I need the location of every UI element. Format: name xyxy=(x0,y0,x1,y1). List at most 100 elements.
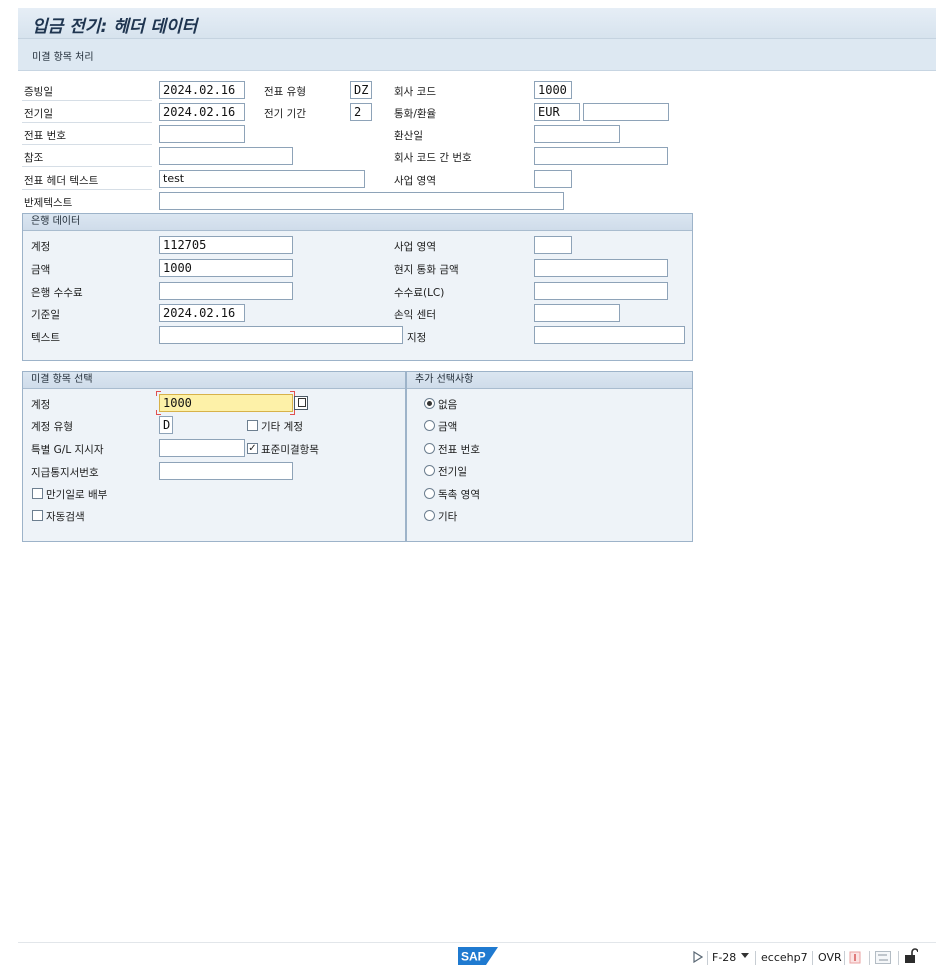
distribute-by-age-checkbox[interactable] xyxy=(32,488,43,499)
clearing-text-label: 반제텍스트 xyxy=(24,197,73,209)
radio-posting-date[interactable] xyxy=(424,465,435,476)
radio-dunning-area-label: 독촉 영역 xyxy=(438,489,480,501)
special-gl-field[interactable] xyxy=(159,439,245,457)
overwrite-mode: OVR xyxy=(818,951,842,964)
application-toolbar: 미결 항목 처리 xyxy=(18,39,936,71)
special-gl-label: 특별 G/L 지시자 xyxy=(31,444,104,456)
automatic-search-label: 자동검색 xyxy=(46,511,85,523)
assignment-field[interactable] xyxy=(534,326,685,344)
other-accounts-label: 기타 계정 xyxy=(261,421,303,433)
radio-none[interactable] xyxy=(424,398,435,409)
radio-amount[interactable] xyxy=(424,420,435,431)
doc-date-field[interactable]: 2024.02.16 xyxy=(159,81,245,99)
standard-oi-checkbox[interactable]: ✓ xyxy=(247,443,258,454)
focus-corner xyxy=(156,391,161,396)
radio-amount-label: 금액 xyxy=(438,421,458,433)
lc-amount-label: 현지 통화 금액 xyxy=(394,264,459,276)
system-name: eccehp7 xyxy=(761,951,808,964)
automatic-search-checkbox[interactable] xyxy=(32,510,43,521)
process-open-items-button[interactable]: 미결 항목 처리 xyxy=(32,48,94,63)
assignment-label: 지정 xyxy=(407,332,427,344)
bank-account-field[interactable]: 112705 xyxy=(159,236,293,254)
profit-center-label: 손익 센터 xyxy=(394,309,436,321)
transfer-icon[interactable] xyxy=(875,951,891,964)
chevron-down-icon[interactable] xyxy=(741,952,749,960)
other-accounts-checkbox[interactable] xyxy=(247,420,258,431)
header-text-label: 전표 헤더 텍스트 xyxy=(24,175,99,187)
radio-posting-date-label: 전기일 xyxy=(438,466,467,478)
posting-date-field[interactable]: 2024.02.16 xyxy=(159,103,245,121)
clearing-text-field[interactable] xyxy=(159,192,564,210)
business-area-label: 사업 영역 xyxy=(394,175,436,187)
status-separator xyxy=(812,951,813,965)
header-text-field[interactable]: test xyxy=(159,170,365,188)
bank-text-label: 텍스트 xyxy=(31,332,60,344)
value-date-label: 기준일 xyxy=(31,309,60,321)
open-item-selection-title: 미결 항목 선택 xyxy=(23,372,405,389)
lc-charges-label: 수수료(LC) xyxy=(394,287,445,299)
reference-label: 참조 xyxy=(24,152,44,164)
status-separator xyxy=(844,951,845,965)
translation-date-label: 환산일 xyxy=(394,130,423,142)
value-help-icon[interactable] xyxy=(294,396,308,410)
page-title: 입금 전기: 헤더 데이터 xyxy=(32,17,198,37)
translation-date-field[interactable] xyxy=(534,125,620,143)
radio-none-label: 없음 xyxy=(438,399,458,411)
payment-advice-field[interactable] xyxy=(159,462,293,480)
lc-amount-field[interactable] xyxy=(534,259,668,277)
business-area-field[interactable] xyxy=(534,170,572,188)
status-separator xyxy=(898,951,899,965)
additional-selection-title: 추가 선택사항 xyxy=(407,372,692,389)
period-label: 전기 기간 xyxy=(264,108,306,120)
row-divider xyxy=(22,166,152,167)
standard-oi-label: 표준미결항목 xyxy=(261,444,319,456)
distribute-by-age-label: 만기일로 배부 xyxy=(46,489,108,501)
bank-charges-label: 은행 수수료 xyxy=(31,287,83,299)
company-code-field[interactable]: 1000 xyxy=(534,81,572,99)
bank-text-field[interactable] xyxy=(159,326,403,344)
radio-doc-number-label: 전표 번호 xyxy=(438,444,480,456)
profit-center-field[interactable] xyxy=(534,304,620,322)
play-triangle-icon[interactable] xyxy=(693,951,703,963)
row-divider xyxy=(22,100,152,101)
cross-cc-label: 회사 코드 간 번호 xyxy=(394,152,472,164)
posting-date-label: 전기일 xyxy=(24,108,53,120)
bank-amount-field[interactable]: 1000 xyxy=(159,259,293,277)
currency-label: 통화/환율 xyxy=(394,108,437,120)
doc-type-label: 전표 유형 xyxy=(264,86,306,98)
focus-corner xyxy=(290,410,295,415)
cross-cc-field[interactable] xyxy=(534,147,668,165)
reference-field[interactable] xyxy=(159,147,293,165)
oi-account-field[interactable]: 1000 xyxy=(159,394,293,412)
svg-text:SAP: SAP xyxy=(461,950,486,964)
account-type-field[interactable]: D xyxy=(159,416,173,434)
unlock-icon[interactable] xyxy=(904,947,918,965)
lc-charges-field[interactable] xyxy=(534,282,668,300)
bank-amount-label: 금액 xyxy=(31,264,51,276)
company-code-label: 회사 코드 xyxy=(394,86,436,98)
row-divider xyxy=(22,122,152,123)
status-separator xyxy=(707,951,708,965)
oi-account-label: 계정 xyxy=(31,399,51,411)
radio-others-label: 기타 xyxy=(438,511,458,523)
doc-type-field[interactable]: DZ xyxy=(350,81,372,99)
bank-charges-field[interactable] xyxy=(159,282,293,300)
doc-number-field[interactable] xyxy=(159,125,245,143)
bank-business-area-field[interactable] xyxy=(534,236,572,254)
sap-logo: SAP xyxy=(458,947,498,965)
radio-dunning-area[interactable] xyxy=(424,488,435,499)
bank-data-title: 은행 데이터 xyxy=(23,214,692,231)
radio-others[interactable] xyxy=(424,510,435,521)
payment-advice-label: 지급통지서번호 xyxy=(31,467,99,479)
value-date-field[interactable]: 2024.02.16 xyxy=(159,304,245,322)
currency-field[interactable]: EUR xyxy=(534,103,580,121)
doc-number-label: 전표 번호 xyxy=(24,130,66,142)
radio-doc-number[interactable] xyxy=(424,443,435,454)
status-bar: SAP F-28 eccehp7 OVR xyxy=(18,942,936,971)
exchange-rate-field[interactable] xyxy=(583,103,669,121)
bank-account-label: 계정 xyxy=(31,241,51,253)
period-field[interactable]: 2 xyxy=(350,103,372,121)
status-separator xyxy=(869,951,870,965)
bank-business-area-label: 사업 영역 xyxy=(394,241,436,253)
row-divider xyxy=(22,189,152,190)
